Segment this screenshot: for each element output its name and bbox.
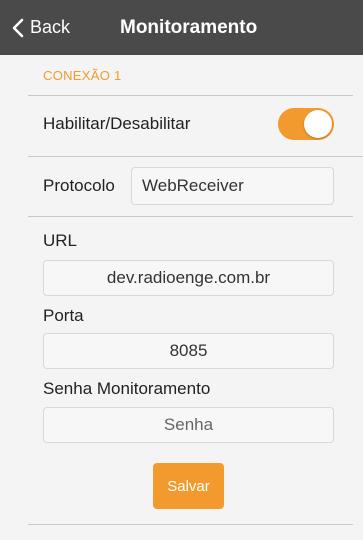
divider xyxy=(28,216,353,217)
enable-toggle-label: Habilitar/Desabilitar xyxy=(43,114,191,133)
toggle-knob xyxy=(304,110,332,138)
port-label: Porta xyxy=(43,306,84,325)
port-field[interactable] xyxy=(43,333,334,369)
password-label: Senha Monitoramento xyxy=(43,379,211,398)
settings-form: CONEXÃO 1 Habilitar/Desabilitar Protocol… xyxy=(0,55,363,540)
back-label: Back xyxy=(30,17,71,37)
url-label: URL xyxy=(43,231,78,250)
protocol-label: Protocolo xyxy=(43,176,115,195)
back-button[interactable]: Back xyxy=(12,0,70,55)
divider xyxy=(28,95,353,96)
navigation-bar: Back Monitoramento xyxy=(0,0,363,55)
url-field[interactable] xyxy=(43,260,334,296)
enable-toggle[interactable] xyxy=(278,108,334,140)
divider xyxy=(28,156,363,157)
page-title: Monitoramento xyxy=(120,17,258,38)
save-button[interactable]: Salvar xyxy=(153,463,224,509)
chevron-left-icon xyxy=(12,18,24,38)
section-header: CONEXÃO 1 xyxy=(43,68,122,83)
divider xyxy=(28,524,353,525)
protocol-field[interactable] xyxy=(131,167,334,205)
password-field[interactable] xyxy=(43,407,334,443)
